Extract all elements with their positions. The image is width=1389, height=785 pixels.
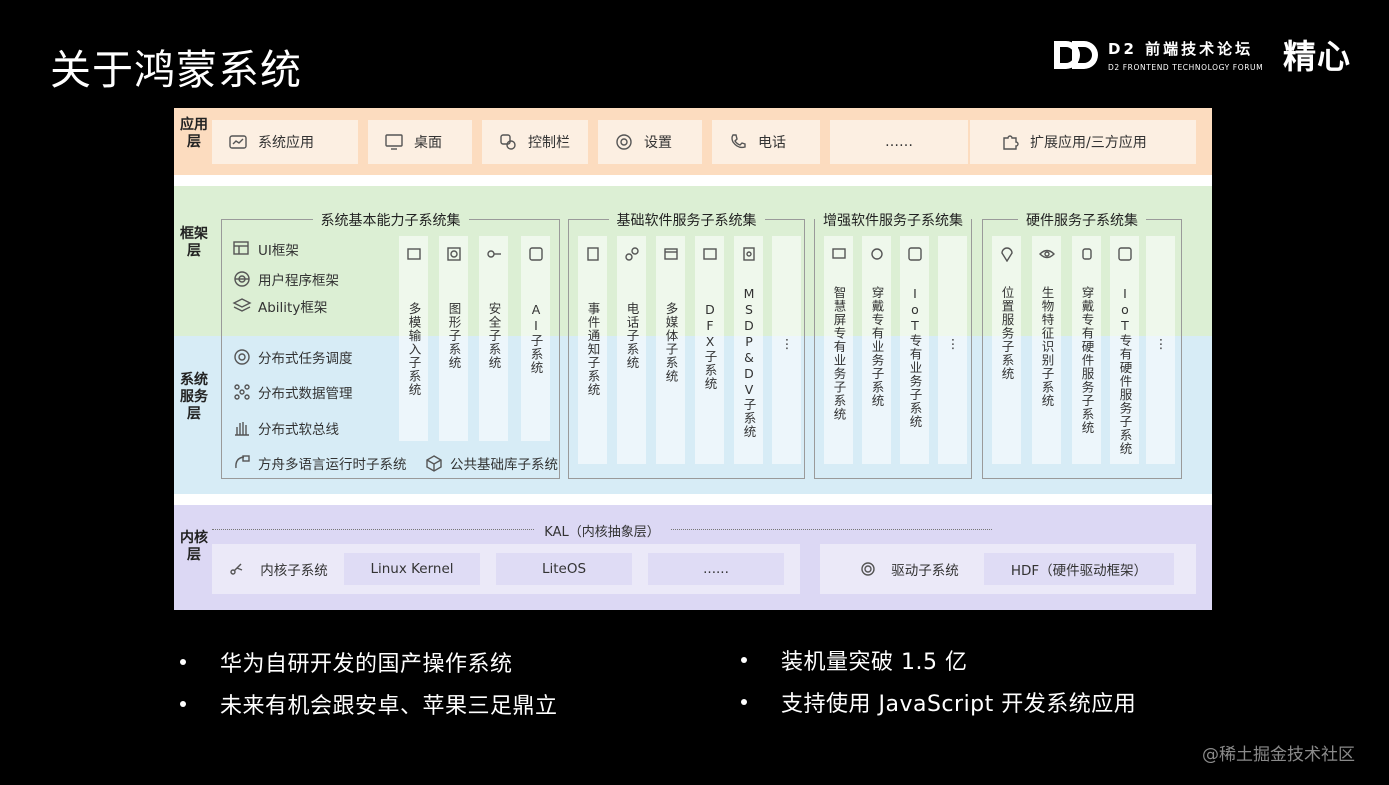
gear-icon xyxy=(861,562,875,576)
network-icon xyxy=(234,271,250,287)
iot-icon xyxy=(1117,247,1132,261)
subsystem-column: 多媒体子系统 xyxy=(656,236,685,464)
input-icon xyxy=(406,248,421,260)
app-item-settings: 设置 xyxy=(598,120,702,164)
subsystem-column: DFX子系统 xyxy=(695,236,724,464)
key-icon xyxy=(486,250,501,258)
ui-frame-icon xyxy=(233,241,249,255)
subsystem-column: 智慧屏专有业务子系统 xyxy=(824,236,853,464)
divider xyxy=(174,494,1212,505)
bullet-item: 华为自研开发的国产操作系统 xyxy=(180,646,513,678)
watermark: @稀土掘金技术社区 xyxy=(1202,745,1355,765)
svc-ark-runtime: 方舟多语言运行时子系统 xyxy=(232,453,407,473)
app-window-icon xyxy=(229,135,247,149)
kal-label: KAL（内核抽象层） xyxy=(534,525,670,540)
graphics-icon xyxy=(446,247,461,261)
fw-user-program-framework: 用户程序框架 xyxy=(232,269,339,289)
cube-icon xyxy=(426,455,442,472)
smart-screen-icon xyxy=(831,248,846,259)
group-title: 硬件服务子系统集 xyxy=(1018,213,1146,229)
svc-distributed-data: 分布式数据管理 xyxy=(232,382,353,402)
subsystem-column: ⋮ xyxy=(938,236,967,464)
layer-label-service: 系统服务层 xyxy=(180,372,208,422)
bullet-item: 未来有机会跟安卓、苹果三足鼎立 xyxy=(180,688,558,720)
puzzle-icon xyxy=(1003,135,1019,150)
svc-common-library: 公共基础库子系统 xyxy=(424,453,558,473)
telephony-icon xyxy=(624,247,639,261)
layers-icon xyxy=(232,298,252,312)
location-icon xyxy=(1000,247,1013,262)
subsystem-column: IoT专有硬件服务子系统 xyxy=(1110,236,1139,464)
group-title: 基础软件服务子系统集 xyxy=(608,213,765,229)
subsystem-column: ⋮ xyxy=(1146,236,1175,464)
architecture-diagram: 应用层 框架层 系统服务层 内核层 系统应用 桌面 控制栏 设置 电话 …… 扩… xyxy=(174,108,1212,610)
subsystem-column: MSDP&DV子系统 xyxy=(734,236,763,464)
kernel-icon xyxy=(230,563,243,575)
ai-icon xyxy=(528,247,543,261)
dfx-icon xyxy=(702,248,717,260)
svc-distributed-scheduling: 分布式任务调度 xyxy=(232,347,353,367)
hand-icon xyxy=(235,422,249,436)
control-icon xyxy=(500,134,516,150)
kal-abstraction-line: KAL（内核抽象层） xyxy=(212,522,992,540)
subsystem-column: AI子系统 xyxy=(521,236,550,441)
iot-icon xyxy=(907,247,922,261)
bullet-item: 支持使用 JavaScript 开发系统应用 xyxy=(741,686,1136,718)
logo-title: D2 前端技术论坛 xyxy=(1108,40,1254,58)
kernel-more: ...... xyxy=(648,553,784,585)
group-title: 增强软件服务子系统集 xyxy=(815,213,971,229)
svc-soft-bus: 分布式软总线 xyxy=(232,418,339,438)
group-title: 系统基本能力子系统集 xyxy=(312,213,469,229)
subsystem-column: 电话子系统 xyxy=(617,236,646,464)
eye-icon xyxy=(1038,249,1055,259)
driver-subsystem: 驱动子系统 xyxy=(834,553,984,585)
app-item-control-bar: 控制栏 xyxy=(482,120,588,164)
slide-title: 关于鸿蒙系统 xyxy=(50,46,302,94)
subsystem-column: 事件通知子系统 xyxy=(578,236,607,464)
target-icon xyxy=(234,349,250,365)
app-item-desktop: 桌面 xyxy=(368,120,472,164)
kernel-subsystem: 内核子系统 xyxy=(220,553,336,585)
data-nodes-icon xyxy=(234,384,250,400)
fw-ui-framework: UI框架 xyxy=(232,239,299,259)
d2-logo-icon xyxy=(1054,41,1098,69)
d2-forum-logo: D2 前端技术论坛 D2 FRONTEND TECHNOLOGY FORUM xyxy=(1052,38,1263,72)
gear-icon xyxy=(616,134,632,150)
subsystem-column: ⋮ xyxy=(772,236,801,464)
app-item-phone: 电话 xyxy=(712,120,820,164)
subsystem-column: 生物特征识别子系统 xyxy=(1032,236,1061,464)
layer-label-kernel: 内核层 xyxy=(180,530,208,563)
liteos: LiteOS xyxy=(496,553,632,585)
subsystem-column: 安全子系统 xyxy=(479,236,508,441)
subsystem-column: 多模输入子系统 xyxy=(399,236,428,441)
bullet-item: 装机量突破 1.5 亿 xyxy=(741,644,967,676)
subsystem-column: 穿戴专有硬件服务子系统 xyxy=(1072,236,1101,464)
app-item-more: …… xyxy=(830,120,968,164)
hdf-framework: HDF（硬件驱动框架） xyxy=(984,553,1174,585)
subsystem-column: 穿戴专有业务子系统 xyxy=(862,236,891,464)
logo-subtitle: D2 FRONTEND TECHNOLOGY FORUM xyxy=(1108,63,1264,72)
subsystem-column: 图形子系统 xyxy=(439,236,468,441)
wearable-icon xyxy=(1081,248,1092,260)
runtime-icon xyxy=(235,455,250,469)
monitor-icon xyxy=(385,134,403,150)
brand-mark: 精心 xyxy=(1283,37,1351,76)
divider xyxy=(174,175,1212,186)
media-icon xyxy=(663,248,678,260)
layer-label-framework: 框架层 xyxy=(180,226,208,259)
fw-ability-framework: Ability框架 xyxy=(232,296,327,316)
app-item-system-apps: 系统应用 xyxy=(212,120,358,164)
watch-icon xyxy=(870,248,883,260)
subsystem-column: 位置服务子系统 xyxy=(992,236,1021,464)
linux-kernel: Linux Kernel xyxy=(344,553,480,585)
subsystem-column: IoT专有业务子系统 xyxy=(900,236,929,464)
notification-icon xyxy=(586,247,599,261)
layer-label-app: 应用层 xyxy=(180,117,208,150)
msdp-icon xyxy=(742,247,755,261)
phone-icon xyxy=(731,134,746,149)
app-item-extension-apps: 扩展应用/三方应用 xyxy=(970,120,1196,164)
